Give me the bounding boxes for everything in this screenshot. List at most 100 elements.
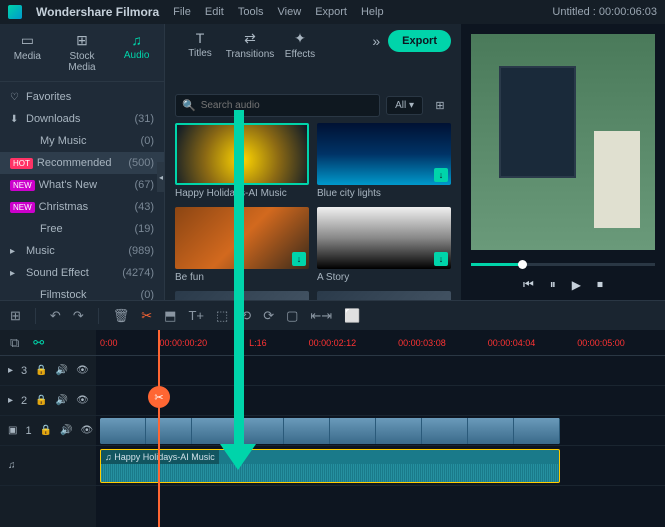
timeline-toolbar: ⊞ ↶ ↷ 🗑 ✂ ⬒ T+ ⬚ ⟲ ⟳ ▢ ⇤⇥ ⬜: [0, 300, 665, 330]
audio-card[interactable]: Happy Holidays-AI Music: [175, 123, 309, 199]
speed-up-icon[interactable]: ⟳: [263, 308, 274, 324]
sidebar-item-what-s-new[interactable]: NEWWhat's New(67): [0, 174, 164, 196]
menu-file[interactable]: File: [173, 6, 191, 18]
track-3[interactable]: [96, 356, 665, 386]
sidebar-item-sound-effect[interactable]: ▸Sound Effect(4274): [0, 262, 164, 284]
marker-icon[interactable]: ⬚: [216, 308, 228, 324]
audio-card[interactable]: [317, 291, 451, 300]
audio-clip[interactable]: ♫ Happy Holidays-AI Music: [100, 449, 560, 483]
crop-icon[interactable]: ⬒: [164, 308, 176, 324]
redo-icon[interactable]: ↷: [73, 308, 84, 324]
left-panel: ▭Media ⊞Stock Media ♫Audio ♡Favorites⬇Do…: [0, 24, 165, 300]
audio-card[interactable]: [175, 291, 309, 300]
sidebar-item-recommended[interactable]: HOTRecommended(500): [0, 152, 164, 174]
play-button[interactable]: ▶: [572, 278, 581, 292]
frame-icon[interactable]: ⬜: [344, 308, 360, 324]
audio-track-icon[interactable]: ♫: [8, 460, 16, 471]
text-icon[interactable]: T+: [188, 308, 204, 323]
tab-transitions[interactable]: ⇄Transitions: [225, 30, 275, 60]
pause-button[interactable]: ⏸: [550, 277, 556, 292]
tab-audio[interactable]: ♫Audio: [109, 30, 164, 75]
split-icon[interactable]: ✂: [141, 308, 152, 324]
scrub-bar[interactable]: [471, 263, 655, 266]
mute-icon[interactable]: 🔊: [60, 425, 72, 436]
menu-help[interactable]: Help: [361, 6, 384, 18]
undo-icon[interactable]: ↶: [50, 308, 61, 324]
timeline: ⧉ ⚯ ▸ 3 🔒 🔊 👁 ▸ 2 🔒 🔊 👁 ▣ 1 🔒 🔊 👁 ♫: [0, 330, 665, 527]
track-toggle-icon[interactable]: ▸: [8, 365, 13, 376]
stop-button[interactable]: ⏹: [597, 277, 603, 292]
menu-view[interactable]: View: [278, 6, 302, 18]
audio-card[interactable]: ↓Be fun: [175, 207, 309, 283]
video-clip[interactable]: [100, 418, 560, 444]
tab-titles[interactable]: TTitles: [175, 30, 225, 60]
download-icon[interactable]: ↓: [292, 252, 306, 266]
download-icon[interactable]: ↓: [434, 168, 448, 182]
track-head-3[interactable]: ▸ 3 🔒 🔊 👁: [0, 356, 96, 386]
layout-icon[interactable]: ⊞: [10, 308, 21, 324]
collapse-handle[interactable]: ◂: [157, 162, 165, 192]
app-logo: [8, 5, 22, 19]
time-ruler[interactable]: 0:0000:00:00:20L:1600:00:02:1200:00:03:0…: [96, 330, 665, 356]
tab-effects[interactable]: ✦Effects: [275, 30, 325, 60]
track-head-2[interactable]: ▸ 2 🔒 🔊 👁: [0, 386, 96, 416]
search-icon: 🔍: [182, 99, 196, 112]
sidebar-item-favorites[interactable]: ♡Favorites: [0, 86, 164, 108]
video-preview[interactable]: [471, 34, 655, 250]
audio-card[interactable]: ↓A Story: [317, 207, 451, 283]
stock-icon: ⊞: [55, 32, 110, 49]
track-1[interactable]: [96, 416, 665, 446]
chevron-down-icon: ▾: [409, 100, 414, 111]
sidebar-item-downloads[interactable]: ⬇Downloads(31): [0, 108, 164, 130]
track-audio[interactable]: ♫ Happy Holidays-AI Music: [96, 446, 665, 486]
track-toggle-icon[interactable]: ▸: [8, 395, 13, 406]
lock-icon[interactable]: 🔒: [35, 365, 47, 376]
visibility-icon[interactable]: 👁: [80, 425, 93, 436]
tracks-area[interactable]: 0:0000:00:00:20L:1600:00:02:1200:00:03:0…: [96, 330, 665, 527]
track-head-1[interactable]: ▣ 1 🔒 🔊 👁: [0, 416, 96, 446]
mute-icon[interactable]: 🔊: [56, 365, 68, 376]
transitions-icon: ⇄: [225, 30, 275, 47]
lock-icon[interactable]: 🔒: [40, 425, 52, 436]
delete-icon[interactable]: 🗑: [113, 308, 130, 324]
menu-edit[interactable]: Edit: [205, 6, 224, 18]
export-button[interactable]: Export: [388, 30, 451, 52]
audio-icon: ♫: [109, 32, 164, 48]
visibility-icon[interactable]: 👁: [76, 395, 89, 406]
search-box[interactable]: 🔍: [175, 94, 380, 117]
playhead[interactable]: [158, 330, 160, 527]
menu-tools[interactable]: Tools: [238, 6, 264, 18]
download-icon[interactable]: ↓: [434, 252, 448, 266]
track-head-audio[interactable]: ♫: [0, 446, 96, 486]
menu-export[interactable]: Export: [315, 6, 347, 18]
title-bar: Wondershare Filmora File Edit Tools View…: [0, 0, 665, 24]
record-icon[interactable]: ▢: [286, 308, 298, 324]
speed-down-icon[interactable]: ⟲: [240, 308, 251, 324]
sidebar-item-christmas[interactable]: NEWChristmas(43): [0, 196, 164, 218]
stack-icon[interactable]: ⧉: [10, 335, 19, 351]
app-name: Wondershare Filmora: [36, 5, 159, 19]
preview-panel: ⏮ ⏸ ▶ ⏹: [461, 24, 665, 300]
link-icon[interactable]: ⚯: [33, 335, 44, 351]
visibility-icon[interactable]: 👁: [76, 365, 89, 376]
audio-grid: Happy Holidays-AI Music↓Blue city lights…: [165, 123, 461, 300]
track-toggle-icon[interactable]: ▣: [8, 425, 17, 436]
lock-icon[interactable]: 🔒: [35, 395, 47, 406]
sidebar-item-music[interactable]: ▸Music(989): [0, 240, 164, 262]
mute-icon[interactable]: 🔊: [56, 395, 68, 406]
tab-media[interactable]: ▭Media: [0, 30, 55, 75]
more-icon[interactable]: »: [372, 33, 380, 49]
prev-button[interactable]: ⏮: [523, 277, 534, 292]
track-2[interactable]: [96, 386, 665, 416]
audio-card[interactable]: ↓Blue city lights: [317, 123, 451, 199]
filter-dropdown[interactable]: All ▾: [386, 96, 423, 115]
content-panel: TTitles ⇄Transitions ✦Effects » Export ◂…: [165, 24, 461, 300]
search-input[interactable]: [201, 100, 373, 111]
tab-stock-media[interactable]: ⊞Stock Media: [55, 30, 110, 75]
sidebar-item-free[interactable]: Free(19): [0, 218, 164, 240]
fit-icon[interactable]: ⇤⇥: [310, 308, 332, 324]
view-grid-icon[interactable]: ⊞: [429, 95, 451, 117]
sidebar-item-my-music[interactable]: My Music(0): [0, 130, 164, 152]
media-tabs: ▭Media ⊞Stock Media ♫Audio: [0, 24, 164, 82]
sidebar-item-filmstock[interactable]: Filmstock(0): [0, 284, 164, 300]
